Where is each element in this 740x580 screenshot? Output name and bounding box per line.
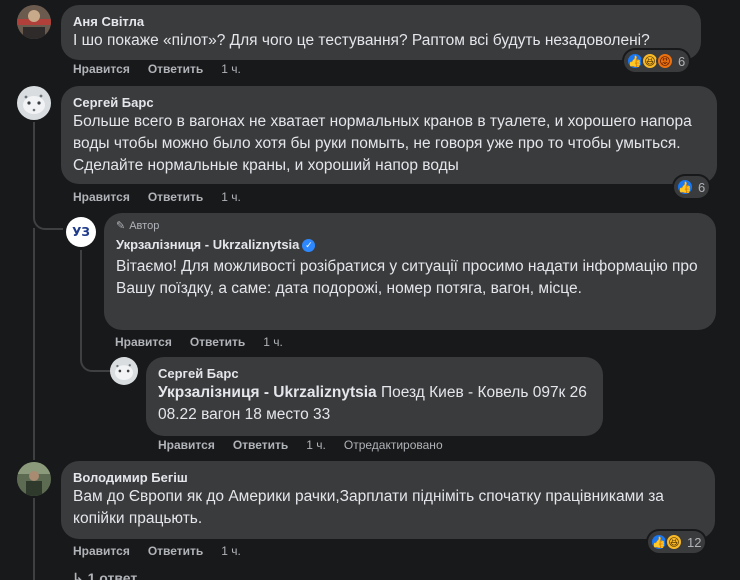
comment-text: Укрзалізниця - Ukrzaliznytsia Поезд Киев…: [158, 382, 591, 426]
timestamp[interactable]: 1 ч.: [221, 190, 241, 204]
verified-icon: ✓: [302, 239, 316, 252]
comment-actions: Нравится Ответить 1 ч.: [73, 544, 241, 558]
ukrzaliznytsia-logo: УЗ: [72, 225, 90, 239]
comment-actions: Нравится Ответить 1 ч.: [115, 335, 283, 349]
comment-author[interactable]: Сергей Барс: [73, 94, 705, 111]
avatar[interactable]: [110, 357, 138, 385]
view-replies-link[interactable]: ↳ 1 ответ: [72, 570, 137, 580]
like-button[interactable]: Нравится: [73, 62, 130, 76]
haha-reaction-icon: 😆: [665, 533, 683, 551]
thread-line: [33, 228, 35, 460]
timestamp[interactable]: 1 ч.: [306, 438, 326, 452]
angry-reaction-icon: 😡: [656, 52, 674, 70]
timestamp[interactable]: 1 ч.: [221, 544, 241, 558]
comment-author[interactable]: Володимир Бегіш: [73, 469, 703, 486]
avatar[interactable]: [17, 462, 51, 496]
reactions-summary[interactable]: 👍 😆 12: [648, 531, 706, 553]
like-button[interactable]: Нравится: [73, 190, 130, 204]
view-replies-label[interactable]: 1 ответ: [88, 570, 138, 580]
like-reaction-icon: 👍: [676, 178, 694, 196]
comment-actions: Нравится Ответить 1 ч. Отредактировано: [158, 438, 443, 452]
comment-author-name[interactable]: Укрзалізниця - Ukrzaliznytsia: [116, 237, 299, 252]
comment-text: Вам до Європи як до Америки рачки,Зарпла…: [73, 488, 664, 527]
reply-arrow-icon: ↳: [72, 570, 84, 580]
reaction-count: 6: [678, 53, 686, 69]
reactions-summary[interactable]: 👍 6: [674, 176, 710, 198]
avatar[interactable]: [17, 5, 51, 39]
reply-button[interactable]: Ответить: [190, 335, 245, 349]
like-button[interactable]: Нравится: [158, 438, 215, 452]
thread-line: [33, 122, 63, 230]
avatar[interactable]: [17, 86, 51, 120]
like-button[interactable]: Нравится: [73, 544, 130, 558]
author-badge-label: Автор: [129, 219, 160, 232]
reactions-summary[interactable]: 👍 😆 😡 6: [624, 50, 690, 72]
comment-actions: Нравится Ответить 1 ч.: [73, 62, 241, 76]
avatar[interactable]: УЗ: [66, 217, 96, 247]
reply-button[interactable]: Ответить: [148, 62, 203, 76]
reaction-count: 12: [687, 534, 702, 550]
edited-label[interactable]: Отредактировано: [344, 438, 443, 452]
timestamp[interactable]: 1 ч.: [263, 335, 283, 349]
comment-text: Больше всего в вагонах не хватает нормал…: [73, 113, 692, 174]
reply-button[interactable]: Ответить: [233, 438, 288, 452]
comment-bubble: Сергей Барс Больше всего в вагонах не хв…: [61, 86, 717, 184]
comment-actions: Нравится Ответить 1 ч.: [73, 190, 241, 204]
comment-bubble: Аня Світла І шо покаже «пілот»? Для чого…: [61, 5, 701, 60]
reaction-count: 6: [698, 179, 706, 195]
reply-button[interactable]: Ответить: [148, 544, 203, 558]
comment-text: Вітаємо! Для можливості розібратися у си…: [116, 258, 698, 297]
comment-author[interactable]: Сергей Барс: [158, 365, 591, 382]
comment-bubble: Сергей Барс Укрзалізниця - Ukrzaliznytsi…: [146, 357, 603, 436]
author-badge: ✎ Автор: [116, 219, 704, 233]
like-button[interactable]: Нравится: [115, 335, 172, 349]
pen-icon: ✎: [116, 220, 126, 232]
timestamp[interactable]: 1 ч.: [221, 62, 241, 76]
thread-line: [33, 498, 35, 580]
comment-bubble: ✎ Автор Укрзалізниця - Ukrzaliznytsia ✓ В…: [104, 213, 716, 330]
comment-author[interactable]: Укрзалізниця - Ukrzaliznytsia ✓: [116, 236, 704, 253]
reply-button[interactable]: Ответить: [148, 190, 203, 204]
mention-link[interactable]: Укрзалізниця - Ukrzaliznytsia: [158, 384, 377, 401]
comment-bubble: Володимир Бегіш Вам до Європи як до Амер…: [61, 461, 715, 539]
comment-text: І шо покаже «пілот»? Для чого це тестува…: [73, 32, 650, 49]
comment-author[interactable]: Аня Світла: [73, 13, 689, 30]
